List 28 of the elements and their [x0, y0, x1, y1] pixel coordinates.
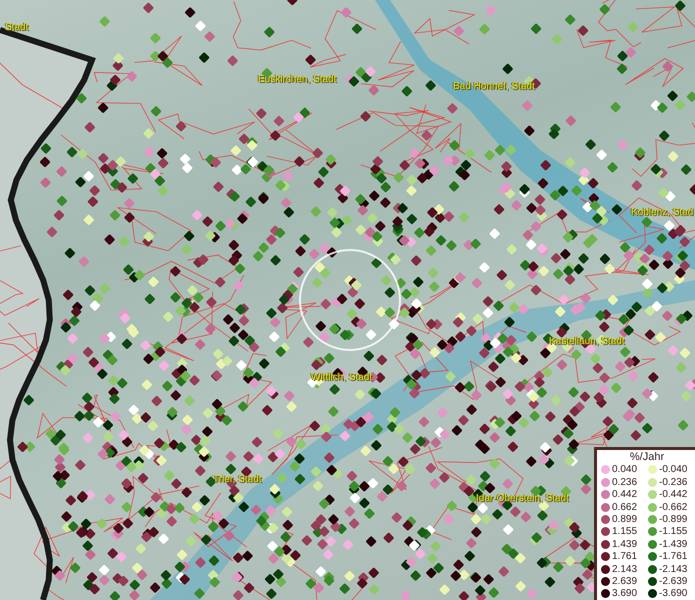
legend-value: -0.040: [659, 464, 688, 476]
legend-value: 0.040: [612, 464, 638, 476]
legend-value: -0.662: [659, 502, 688, 513]
legend-value: 0.236: [612, 476, 638, 488]
legend-value: -0.899: [659, 514, 688, 525]
legend-value: 2.143: [612, 564, 638, 575]
legend-value: -0.236: [659, 476, 688, 488]
legend-value: 0.662: [612, 502, 638, 513]
legend-value: 1.155: [612, 526, 638, 538]
legend-value: -1.761: [659, 551, 688, 562]
legend-value: 0.899: [612, 514, 638, 525]
legend-value: 1.439: [612, 538, 638, 550]
place-label: Euskirchen, Stadt: [258, 74, 336, 85]
legend-value: -2.639: [659, 576, 688, 587]
place-label: Stadt: [5, 22, 28, 33]
place-label: Bad Honnef, Stadt: [453, 81, 535, 92]
legend-value: -3.690: [659, 588, 688, 600]
legend-value: -1.155: [659, 526, 688, 538]
place-label: Koblenz, Stad: [631, 207, 694, 218]
legend-title: %/Jahr: [628, 450, 666, 464]
legend-value: 0.442: [612, 489, 638, 500]
legend-value: -0.442: [659, 489, 688, 500]
legend-value: 3.690: [612, 588, 638, 600]
place-label: Wittlich, Stadt: [311, 372, 372, 383]
legend-value: -1.439: [659, 538, 688, 550]
legend-value: -2.143: [659, 564, 688, 575]
legend-value: 2.639: [612, 576, 638, 587]
legend-value: 1.761: [612, 551, 638, 562]
